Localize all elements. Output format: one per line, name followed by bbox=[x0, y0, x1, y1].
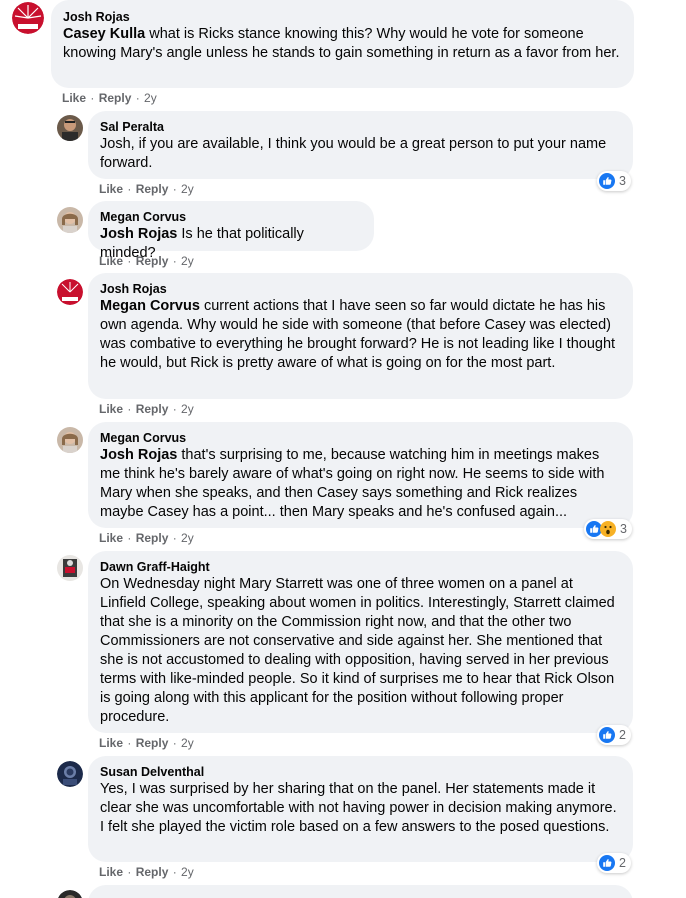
like-button[interactable]: Like bbox=[99, 182, 123, 196]
comment-text: Casey Kulla what is Ricks stance knowing… bbox=[63, 26, 620, 61]
reply-button[interactable]: Reply bbox=[136, 402, 169, 416]
mention-link[interactable]: Casey Kulla bbox=[63, 26, 145, 42]
avatar[interactable] bbox=[57, 115, 83, 141]
comment-author[interactable]: Susan Delventhal bbox=[100, 764, 621, 780]
reaction-summary[interactable]: 2 bbox=[597, 853, 631, 873]
timestamp[interactable]: 2y bbox=[181, 865, 194, 879]
comment-bubble: Josh Rojas Casey Kulla what is Ricks sta… bbox=[51, 0, 634, 88]
comment-actions: Like · Reply · 2y bbox=[99, 865, 194, 879]
timestamp[interactable]: 2y bbox=[181, 531, 194, 545]
reply-button[interactable]: Reply bbox=[136, 531, 169, 545]
comment-actions: Like · Reply · 2y bbox=[99, 402, 194, 416]
mention-link[interactable]: Megan Corvus bbox=[100, 298, 200, 314]
reply-button[interactable]: Reply bbox=[99, 91, 132, 105]
comment-bubble: Dawn Graff-Haight On Wednesday night Mar… bbox=[88, 551, 633, 733]
comment-actions: Like · Reply · 2y bbox=[99, 736, 194, 750]
mention-link[interactable]: Josh Rojas bbox=[100, 226, 177, 242]
reaction-count: 3 bbox=[620, 522, 627, 536]
avatar[interactable] bbox=[57, 890, 83, 898]
comment-bubble: Megan Corvus Josh Rojas Is he that polit… bbox=[88, 201, 374, 261]
like-button[interactable]: Like bbox=[99, 736, 123, 750]
comment-text: Yes, I was surprised by her sharing that… bbox=[100, 781, 617, 835]
comment-bubble: Sal Peralta Josh, if you are available, … bbox=[88, 111, 633, 179]
comment-author[interactable]: Josh Rojas bbox=[63, 9, 622, 25]
timestamp[interactable]: 2y bbox=[144, 91, 157, 105]
like-reaction-icon bbox=[599, 855, 615, 871]
reaction-summary[interactable]: 3 bbox=[597, 171, 631, 191]
wow-reaction-icon bbox=[600, 521, 616, 537]
reaction-count: 3 bbox=[619, 174, 626, 188]
mention-link[interactable]: Josh Rojas bbox=[100, 447, 177, 463]
like-reaction-icon bbox=[599, 727, 615, 743]
like-reaction-icon bbox=[599, 173, 615, 189]
comment-text: Megan Corvus current actions that I have… bbox=[100, 298, 616, 371]
comment-author[interactable]: Dawn Graff-Haight bbox=[100, 559, 621, 575]
comment-actions: Like · Reply · 2y bbox=[99, 531, 194, 545]
comment-author[interactable]: Sal Peralta bbox=[100, 119, 621, 135]
timestamp[interactable]: 2y bbox=[181, 736, 194, 750]
comment-author[interactable]: Josh Rojas bbox=[100, 281, 621, 297]
comment-author[interactable]: Megan Corvus bbox=[100, 209, 362, 225]
avatar[interactable] bbox=[12, 2, 44, 34]
comment-bubble: Susan Delventhal Yes, I was surprised by… bbox=[88, 756, 633, 862]
reply-button[interactable]: Reply bbox=[136, 736, 169, 750]
comment-actions: Like · Reply · 2y bbox=[99, 254, 194, 268]
reply-button[interactable]: Reply bbox=[136, 182, 169, 196]
reaction-count: 2 bbox=[619, 856, 626, 870]
reply-button[interactable]: Reply bbox=[136, 865, 169, 879]
like-button[interactable]: Like bbox=[62, 91, 86, 105]
comment-bubble bbox=[88, 885, 633, 898]
avatar[interactable] bbox=[57, 427, 83, 453]
timestamp[interactable]: 2y bbox=[181, 254, 194, 268]
comment-bubble: Josh Rojas Megan Corvus current actions … bbox=[88, 273, 633, 399]
timestamp[interactable]: 2y bbox=[181, 402, 194, 416]
avatar[interactable] bbox=[57, 761, 83, 787]
reaction-count: 2 bbox=[619, 728, 626, 742]
like-button[interactable]: Like bbox=[99, 254, 123, 268]
reaction-summary[interactable]: 2 bbox=[597, 725, 631, 745]
comment-actions: Like · Reply · 2y bbox=[99, 182, 194, 196]
comment-bubble: Megan Corvus Josh Rojas that's surprisin… bbox=[88, 422, 633, 528]
comment-text: On Wednesday night Mary Starrett was one… bbox=[100, 576, 615, 725]
comment-text: Josh Rojas that's surprising to me, beca… bbox=[100, 447, 605, 520]
like-button[interactable]: Like bbox=[99, 865, 123, 879]
reaction-summary[interactable]: 3 bbox=[584, 519, 632, 539]
timestamp[interactable]: 2y bbox=[181, 182, 194, 196]
avatar[interactable] bbox=[57, 279, 83, 305]
like-button[interactable]: Like bbox=[99, 402, 123, 416]
reply-button[interactable]: Reply bbox=[136, 254, 169, 268]
avatar[interactable] bbox=[57, 207, 83, 233]
comment-actions: Like · Reply · 2y bbox=[62, 91, 157, 105]
like-button[interactable]: Like bbox=[99, 531, 123, 545]
comment-author[interactable]: Megan Corvus bbox=[100, 430, 621, 446]
comment-text: Josh, if you are available, I think you … bbox=[100, 136, 607, 171]
avatar[interactable] bbox=[57, 555, 83, 581]
